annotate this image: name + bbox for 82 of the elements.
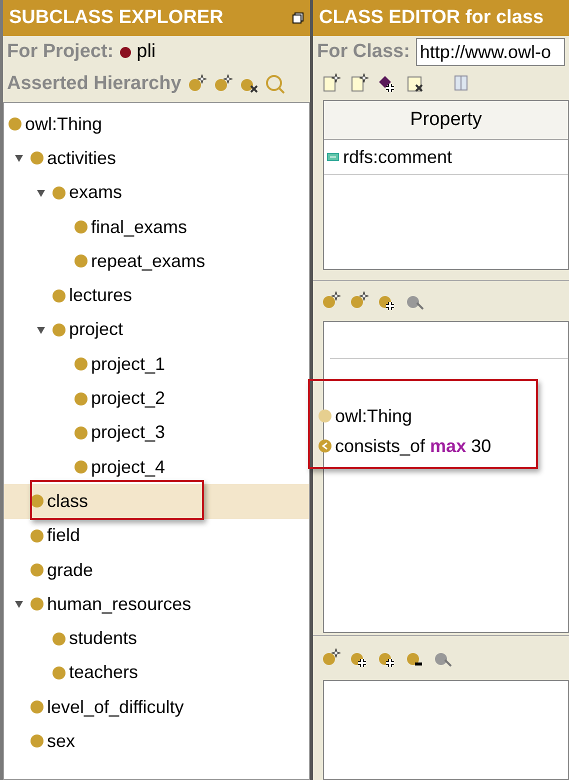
- tree-item[interactable]: project_2: [4, 381, 309, 416]
- tree-item[interactable]: field: [4, 518, 309, 553]
- superclass-expression: consists_of max 30: [335, 436, 492, 456]
- tree-item[interactable]: project_4: [4, 450, 309, 484]
- tree-item[interactable]: exams: [4, 176, 309, 210]
- tree-item[interactable]: students: [4, 621, 309, 656]
- tree-item[interactable]: grade: [4, 552, 309, 588]
- tree-item[interactable]: project_3: [4, 416, 309, 450]
- class-name: grade: [47, 560, 94, 580]
- class-icon: [30, 734, 44, 748]
- class-icon: [30, 494, 44, 508]
- tree-item[interactable]: project_1: [4, 347, 309, 382]
- panel-title: CLASS EDITOR for class: [319, 7, 544, 29]
- class-icon: [30, 597, 44, 612]
- project-label: For Project:: [7, 41, 114, 63]
- class-icon: [30, 700, 44, 714]
- class-name: teachers: [69, 662, 138, 684]
- class-icon: [8, 117, 22, 132]
- class-name: project_1: [91, 354, 166, 375]
- tree-item[interactable]: owl:Thing: [4, 107, 309, 142]
- class-icon: [30, 528, 44, 543]
- class-name: exams: [69, 182, 122, 204]
- class-icon: [30, 151, 44, 166]
- column-header[interactable]: Property: [324, 101, 568, 140]
- class-name: project_3: [91, 422, 166, 444]
- class-name: project_2: [91, 388, 166, 410]
- class-icon: [74, 426, 88, 440]
- class-label: For Class:: [317, 41, 410, 63]
- add-subclass-icon[interactable]: [187, 74, 208, 94]
- tree-item[interactable]: sex: [4, 724, 309, 759]
- expand-icon[interactable]: [36, 188, 46, 198]
- class-icon: [52, 666, 66, 680]
- tree-item[interactable]: project: [4, 312, 309, 348]
- class-field[interactable]: http://www.owl-o: [416, 38, 565, 66]
- add-restriction-icon[interactable]: [349, 291, 369, 311]
- expand-icon[interactable]: [36, 324, 46, 335]
- class-name: project: [69, 319, 124, 340]
- class-name: sex: [47, 730, 76, 752]
- class-name: class: [47, 490, 88, 512]
- add-sibling-icon[interactable]: [213, 74, 234, 94]
- class-name: owl:Thing: [25, 114, 102, 135]
- class-icon: [52, 288, 66, 303]
- class-icon: [30, 563, 44, 577]
- add-named-class-icon[interactable]: [321, 648, 341, 668]
- class-icon: [74, 357, 88, 372]
- class-icon: [74, 254, 88, 268]
- class-icon: [52, 322, 66, 337]
- class-icon: [52, 632, 66, 646]
- tree-item[interactable]: activities: [4, 141, 309, 176]
- superclass-expression: owl:Thing: [335, 406, 412, 426]
- hierarchy-label: Asserted Hierarchy: [7, 73, 182, 95]
- class-name: activities: [47, 148, 116, 169]
- tree-item[interactable]: repeat_exams: [4, 244, 309, 278]
- new-document-icon[interactable]: [349, 73, 369, 93]
- project-name: pli: [136, 41, 156, 63]
- table-cell: rdfs:comment: [324, 140, 568, 175]
- class-name: students: [69, 628, 138, 650]
- expand-icon[interactable]: [14, 599, 24, 610]
- add-property-icon[interactable]: [377, 73, 397, 93]
- class-icon: [74, 220, 88, 234]
- tree-item[interactable]: teachers: [4, 656, 309, 690]
- class-name: field: [47, 525, 80, 546]
- class-name: repeat_exams: [91, 250, 206, 272]
- class-name: final_exams: [91, 216, 188, 238]
- tree-item[interactable]: level_of_difficulty: [4, 690, 309, 724]
- annotation-icon: [327, 153, 339, 161]
- project-icon: [120, 46, 131, 58]
- window-icon[interactable]: [292, 12, 304, 24]
- class-icon: [74, 392, 88, 406]
- class-name: human_resources: [47, 594, 192, 615]
- class-icon: [52, 186, 66, 200]
- expand-icon[interactable]: [14, 153, 24, 164]
- class-name: project_4: [91, 456, 166, 478]
- tree-item[interactable]: final_exams: [4, 210, 309, 244]
- class-name: lectures: [69, 285, 132, 306]
- tree-item[interactable]: lectures: [4, 278, 309, 313]
- class-name: level_of_difficulty: [47, 696, 184, 718]
- panel-title: SUBCLASS EXPLORER: [9, 7, 224, 29]
- tree-item[interactable]: human_resources: [4, 587, 309, 622]
- new-document-icon[interactable]: [321, 73, 341, 93]
- class-icon: [74, 460, 88, 474]
- add-named-class-icon[interactable]: [321, 291, 341, 311]
